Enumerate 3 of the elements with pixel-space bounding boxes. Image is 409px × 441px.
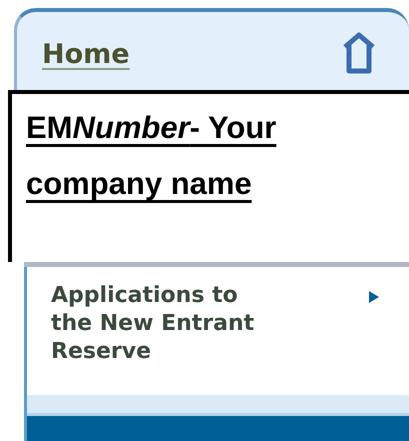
arrow-icon bbox=[369, 291, 379, 303]
home-link[interactable]: Home bbox=[42, 38, 130, 70]
company-link[interactable]: EMNumber- Your company name bbox=[26, 100, 386, 212]
